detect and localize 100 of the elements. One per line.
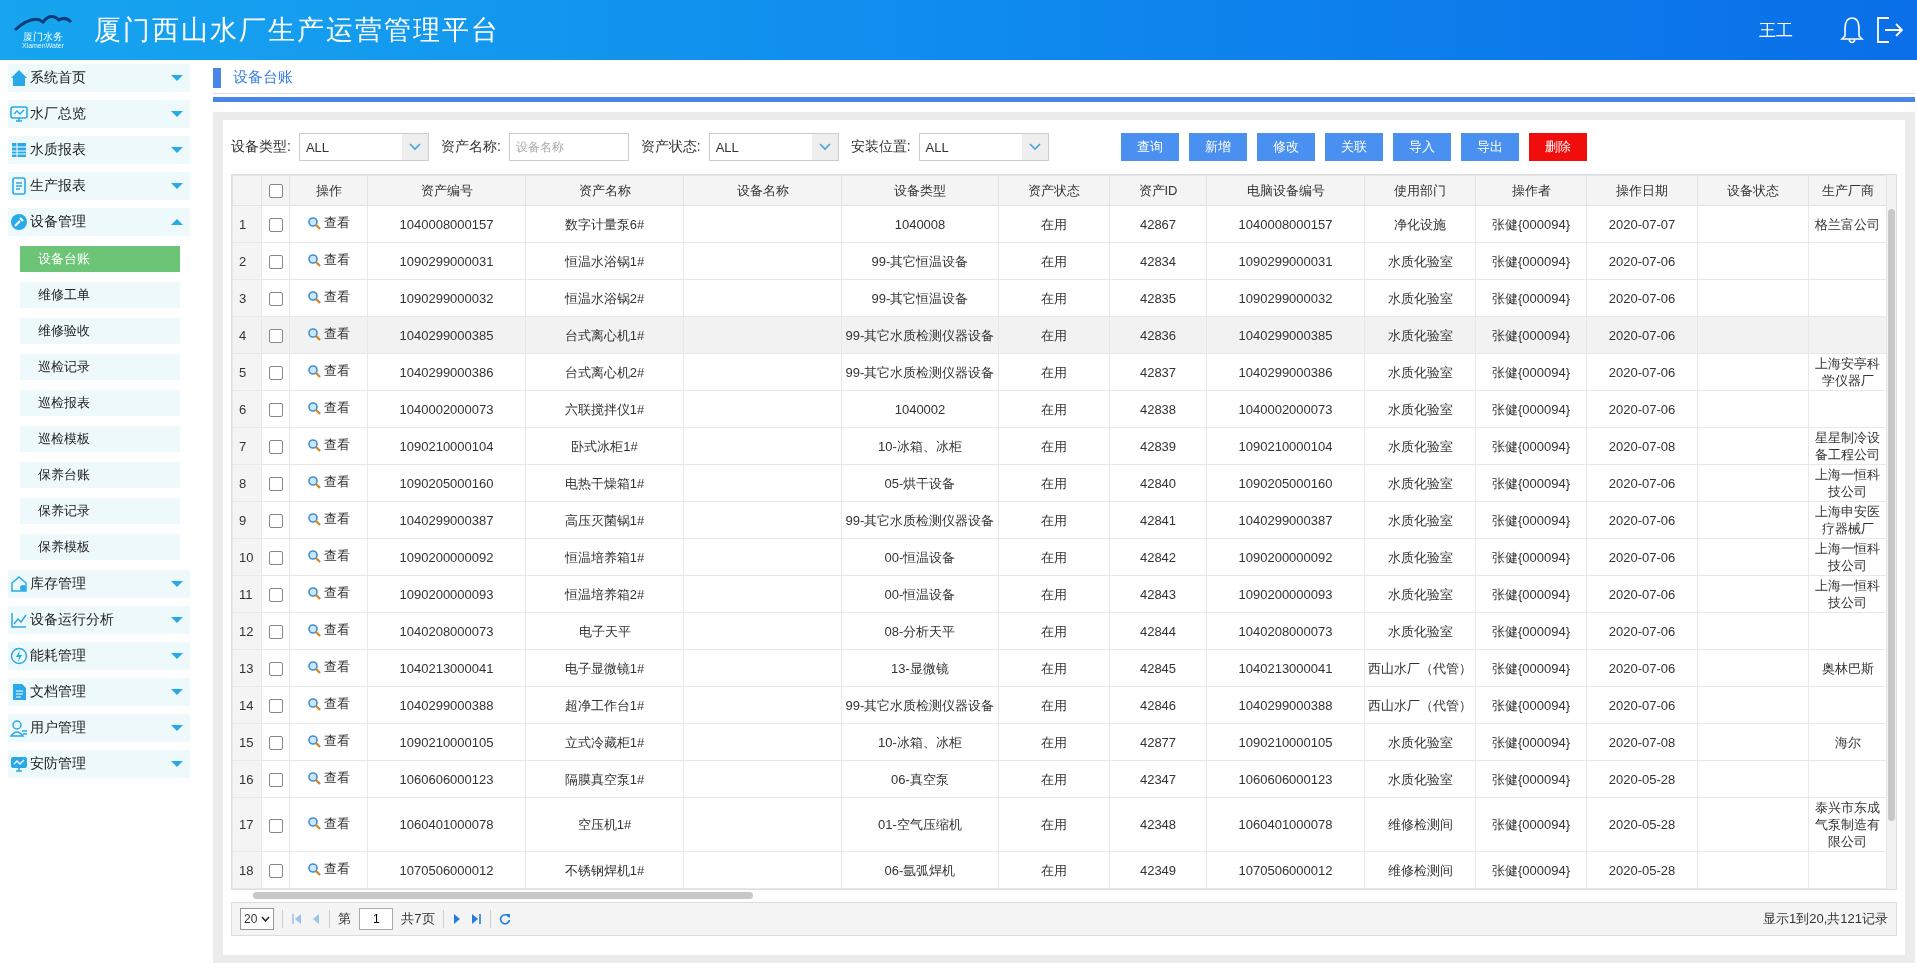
search-icon (307, 437, 321, 452)
sidebar-menu-item[interactable]: 水厂总览 (8, 100, 190, 128)
sidebar-menu-item[interactable]: 设备管理 (8, 208, 190, 236)
row-checkbox[interactable] (268, 736, 283, 751)
table-cell: 2020-07-06 (1586, 649, 1698, 687)
table-cell: 10-冰箱、冰柜 (841, 723, 999, 761)
refresh-icon[interactable] (498, 913, 511, 925)
row-checkbox[interactable] (268, 625, 283, 640)
table-cell: 星星制冷设备工程公司 (1808, 427, 1887, 465)
table-cell: 在用 (998, 649, 1110, 687)
sidebar-submenu-item[interactable]: 巡检记录 (20, 354, 180, 380)
column-header[interactable]: 操作日期 (1586, 175, 1698, 206)
table-cell: 42843 (1109, 575, 1207, 613)
table-cell: 格兰富公司 (1808, 205, 1887, 243)
column-header[interactable]: 设备名称 (683, 175, 842, 206)
table-cell: 在用 (998, 316, 1110, 354)
row-checkbox[interactable] (268, 366, 283, 381)
row-checkbox[interactable] (268, 699, 283, 714)
column-header[interactable]: 操作 (289, 175, 368, 206)
chevron-down-icon (261, 916, 271, 922)
column-header[interactable]: 使用部门 (1364, 175, 1476, 206)
column-header[interactable]: 电脑设备编号 (1206, 175, 1365, 206)
table-cell: 恒温培养箱2# (525, 575, 684, 613)
row-checkbox[interactable] (268, 588, 283, 603)
table-cell: 在用 (998, 575, 1110, 613)
table-cell: 00-恒温设备 (841, 538, 999, 576)
table-cell: 1040299000386 (367, 353, 526, 391)
select-all-checkbox[interactable] (268, 184, 283, 199)
page-number-field[interactable]: 1 (359, 908, 394, 930)
row-checkbox[interactable] (268, 477, 283, 492)
table-cell: 1090205000160 (367, 464, 526, 502)
sidebar-submenu-item[interactable]: 保养记录 (20, 498, 180, 524)
table-cell: 1090200000093 (1206, 575, 1365, 613)
chevron-down-icon (1028, 143, 1041, 151)
table-cell: 42838 (1109, 390, 1207, 428)
column-header[interactable]: 资产名称 (525, 175, 684, 206)
sidebar-menu-item[interactable]: 生产报表 (8, 172, 190, 200)
table-cell: 1090205000160 (1206, 464, 1365, 502)
dropdown-field[interactable]: ALL (708, 133, 839, 161)
text-input-field[interactable]: 设备名称 (508, 133, 629, 161)
row-checkbox[interactable] (268, 773, 283, 788)
row-checkbox[interactable] (268, 440, 283, 455)
vertical-scrollbar[interactable] (1888, 209, 1895, 821)
sidebar-submenu-item[interactable]: 保养模板 (20, 534, 180, 560)
row-number: 16 (232, 760, 262, 798)
row-checkbox[interactable] (268, 551, 283, 566)
sidebar-menu-item[interactable]: 文档管理 (8, 678, 190, 706)
table-cell: 2020-07-06 (1586, 575, 1698, 613)
sidebar-submenu-item[interactable]: 巡检模板 (20, 426, 180, 452)
bell-icon[interactable] (1839, 15, 1865, 45)
table-cell: 1040299000388 (1206, 686, 1365, 724)
horizontal-scrollbar[interactable] (253, 892, 753, 899)
next-page-icon[interactable] (451, 913, 462, 925)
table-cell: 00-恒温设备 (841, 575, 999, 613)
last-page-icon[interactable] (469, 913, 482, 925)
search-icon (307, 622, 321, 637)
sidebar-menu-item[interactable]: 设备运行分析 (8, 606, 190, 634)
search-icon (307, 252, 321, 267)
sidebar-menu-item[interactable]: 用户管理 (8, 714, 190, 742)
column-header[interactable]: 资产编号 (367, 175, 526, 206)
column-header[interactable]: 资产ID (1109, 175, 1207, 206)
sidebar-menu-item[interactable]: 能耗管理 (8, 642, 190, 670)
table-cell: 水质化验室 (1364, 501, 1476, 539)
table-cell: 99-其它水质检测仪器设备 (841, 316, 999, 354)
table-cell: 1040299000387 (1206, 501, 1365, 539)
table-cell: 42867 (1109, 205, 1207, 243)
table-cell: 99-其它恒温设备 (841, 279, 999, 317)
delete-button[interactable]: 删除 (1528, 133, 1587, 161)
sidebar-menu-item[interactable]: 库存管理 (8, 570, 190, 598)
column-header[interactable]: 资产状态 (998, 175, 1110, 206)
table-cell: 06-真空泵 (841, 760, 999, 798)
view-link[interactable]: 查看 (307, 814, 350, 832)
dropdown-field[interactable]: ALL (298, 133, 429, 161)
sidebar-submenu-item[interactable]: 保养台账 (20, 462, 180, 488)
row-checkbox[interactable] (268, 292, 283, 307)
sidebar-submenu-item[interactable]: 维修工单 (20, 282, 180, 308)
row-checkbox[interactable] (268, 255, 283, 270)
row-checkbox[interactable] (268, 818, 283, 833)
user-name[interactable]: 王工 (1759, 18, 1793, 42)
sidebar-menu-item[interactable]: 安防管理 (8, 750, 190, 778)
column-header[interactable]: 设备状态 (1697, 175, 1809, 206)
logout-icon[interactable] (1875, 15, 1905, 45)
column-header[interactable]: 设备类型 (841, 175, 999, 206)
row-checkbox[interactable] (268, 514, 283, 529)
sidebar-submenu-item[interactable]: 维修验收 (20, 318, 180, 344)
sidebar-menu-item[interactable]: 系统首页 (8, 64, 190, 92)
row-checkbox[interactable] (268, 662, 283, 677)
lightning-icon (10, 647, 28, 665)
row-checkbox[interactable] (268, 329, 283, 344)
row-checkbox[interactable] (268, 864, 283, 879)
table-cell: 1040002 (841, 390, 999, 428)
row-checkbox[interactable] (268, 218, 283, 233)
sidebar-submenu-item[interactable]: 巡检报表 (20, 390, 180, 416)
column-header[interactable]: 生产厂商 (1808, 175, 1887, 206)
page-label: 第 (338, 910, 352, 928)
sidebar-menu-item[interactable]: 水质报表 (8, 136, 190, 164)
row-checkbox[interactable] (268, 403, 283, 418)
page-size-select[interactable]: 20 (240, 908, 275, 930)
column-header[interactable]: 操作者 (1475, 175, 1587, 206)
dropdown-field[interactable]: ALL (918, 133, 1049, 161)
